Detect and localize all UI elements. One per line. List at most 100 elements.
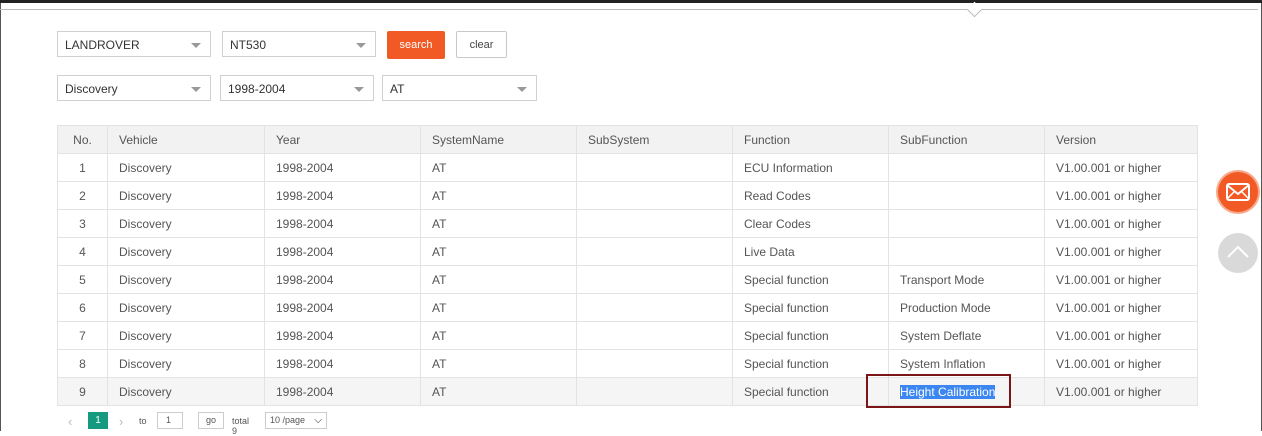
cell-system: AT [420,209,577,238]
cell-function: Special function [732,321,889,350]
table-row: 7 Discovery 1998-2004 AT Special functio… [57,321,1198,350]
cell-version: V1.00.001 or higher [1044,349,1198,378]
cell-no: 7 [57,321,108,350]
cell-vehicle: Discovery [107,377,265,406]
cell-vehicle: Discovery [107,349,265,378]
cell-year: 1998-2004 [264,321,421,350]
cell-version: V1.00.001 or higher [1044,293,1198,322]
table-row: 5 Discovery 1998-2004 AT Special functio… [57,265,1198,294]
chevron-left-icon[interactable]: ‹ [68,414,72,429]
clear-button[interactable]: clear [456,31,507,58]
cell-subsystem [576,377,733,406]
pagination-to-label: to [139,416,147,426]
cell-no: 8 [57,349,108,378]
cell-system: AT [420,321,577,350]
tool-select[interactable]: NT530 [222,31,376,57]
cell-system: AT [420,265,577,294]
mail-button[interactable] [1218,172,1258,212]
cell-vehicle: Discovery [107,321,265,350]
page-number-input[interactable]: 1 [157,412,183,429]
cell-subsystem [576,293,733,322]
tool-select-value: NT530 [230,38,267,52]
cell-system: AT [420,237,577,266]
chevron-down-icon [354,87,364,92]
cell-year: 1998-2004 [264,377,421,406]
top-bar [0,0,1262,3]
cell-vehicle: Discovery [107,209,265,238]
chevron-right-icon[interactable]: › [119,414,123,429]
cell-subfunction [888,153,1045,182]
cell-subsystem [576,321,733,350]
results-table: No. Vehicle Year SystemName SubSystem Fu… [57,125,1198,406]
cell-system: AT [420,181,577,210]
cell-subfunction [888,237,1045,266]
chevron-down-icon [191,43,201,48]
cell-no: 3 [57,209,108,238]
cell-function: ECU Information [732,153,889,182]
cell-version: V1.00.001 or higher [1044,209,1198,238]
table-header-row: No. Vehicle Year SystemName SubSystem Fu… [57,125,1198,154]
cell-subfunction [888,209,1045,238]
cell-subsystem [576,265,733,294]
brand-select[interactable]: LANDROVER [57,31,211,57]
cell-vehicle: Discovery [107,265,265,294]
table-row: 6 Discovery 1998-2004 AT Special functio… [57,293,1198,322]
year-select[interactable]: 1998-2004 [220,75,374,101]
cell-year: 1998-2004 [264,293,421,322]
cell-no: 9 [57,377,108,406]
cell-system: AT [420,377,577,406]
col-header-function: Function [732,125,889,154]
cell-function: Special function [732,293,889,322]
cell-subfunction: System Deflate [888,321,1045,350]
cell-vehicle: Discovery [107,293,265,322]
table-row: 8 Discovery 1998-2004 AT Special functio… [57,349,1198,378]
cell-vehicle: Discovery [107,153,265,182]
cell-system: AT [420,153,577,182]
col-header-systemname: SystemName [420,125,577,154]
table-row: 4 Discovery 1998-2004 AT Live Data V1.00… [57,237,1198,266]
go-button[interactable]: go [198,412,224,429]
back-to-top-button[interactable] [1218,233,1258,273]
cell-no: 1 [57,153,108,182]
cell-no: 5 [57,265,108,294]
page-button-current[interactable]: 1 [88,412,108,429]
year-select-value: 1998-2004 [228,82,286,96]
chevron-up-icon [1227,245,1249,258]
table-row: 3 Discovery 1998-2004 AT Clear Codes V1.… [57,209,1198,238]
cell-subsystem [576,237,733,266]
cell-no: 2 [57,181,108,210]
col-header-year: Year [264,125,421,154]
page-size-select[interactable]: 10 /page ⌵ [265,412,327,429]
page-size-value: 10 /page [270,415,306,425]
col-header-vehicle: Vehicle [107,125,265,154]
cell-version: V1.00.001 or higher [1044,321,1198,350]
cell-subfunction: Production Mode [888,293,1045,322]
system-select-value: AT [390,82,405,96]
cell-function: Special function [732,265,889,294]
cell-vehicle: Discovery [107,237,265,266]
col-header-subfunction: SubFunction [888,125,1045,154]
cell-year: 1998-2004 [264,153,421,182]
cell-year: 1998-2004 [264,265,421,294]
cell-subsystem [576,181,733,210]
col-header-no: No. [57,125,108,154]
chevron-down-icon [191,87,201,92]
cell-subfunction [888,181,1045,210]
cell-function: Clear Codes [732,209,889,238]
cell-vehicle: Discovery [107,181,265,210]
table-row: 1 Discovery 1998-2004 AT ECU Information… [57,153,1198,182]
mail-icon [1226,183,1250,201]
cell-no: 4 [57,237,108,266]
cell-year: 1998-2004 [264,181,421,210]
header-divider [0,9,1258,10]
model-select[interactable]: Discovery [57,75,211,101]
col-header-subsystem: SubSystem [576,125,733,154]
system-select[interactable]: AT [382,75,537,101]
chevron-down-icon [517,87,527,92]
cell-no: 6 [57,293,108,322]
cell-subsystem [576,349,733,378]
cell-version: V1.00.001 or higher [1044,265,1198,294]
cell-subfunction: Transport Mode [888,265,1045,294]
cell-year: 1998-2004 [264,349,421,378]
search-button[interactable]: search [387,31,445,59]
